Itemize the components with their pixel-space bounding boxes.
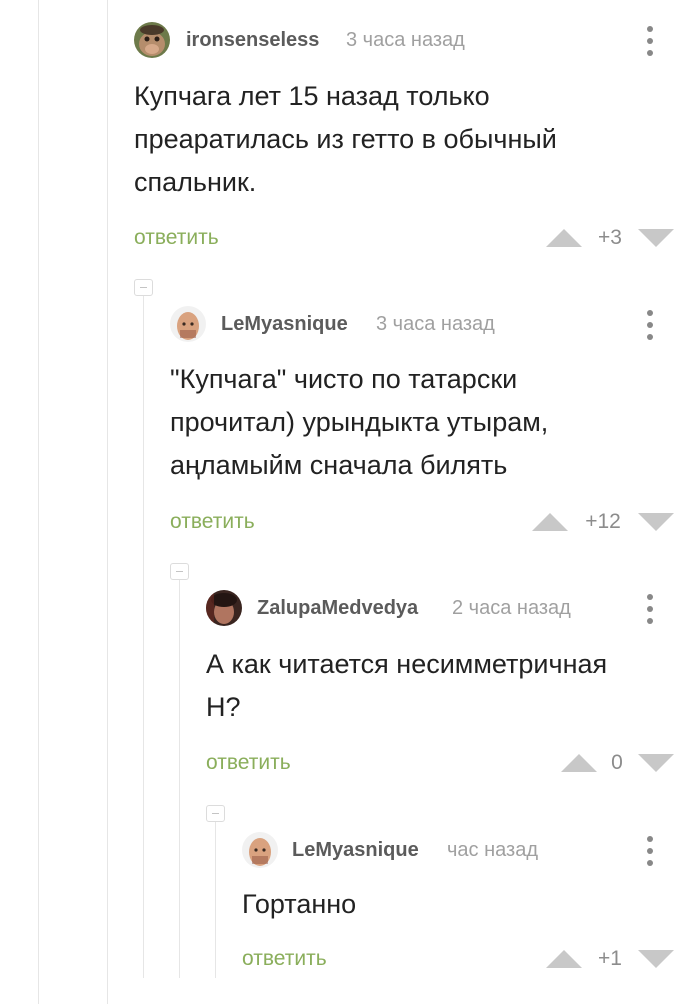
downvote-arrow-icon[interactable] xyxy=(638,229,674,247)
avatar[interactable] xyxy=(206,590,242,626)
thread-line xyxy=(38,0,39,1004)
comment-text-line: А как читается несимметричная xyxy=(206,649,608,679)
comment-timestamp: 2 часа назад xyxy=(452,597,571,619)
thread-line xyxy=(215,822,216,978)
comment-author[interactable]: LeMyasnique xyxy=(292,839,419,862)
reply-button[interactable]: ответить xyxy=(134,226,219,250)
comment-rating: +3 xyxy=(598,226,622,249)
comment-text-line: "Купчага" чисто по татарски xyxy=(170,364,518,394)
comment-text-line: Гортанно xyxy=(242,889,357,919)
avatar[interactable] xyxy=(242,832,278,868)
comment-text-line: Купчага лет 15 назад только xyxy=(134,81,490,111)
comment-text-line: преаратилась из гетто в обычный xyxy=(134,124,557,154)
reply-button[interactable]: ответить xyxy=(170,510,255,534)
comment-author[interactable]: ZalupaMedvedya xyxy=(257,597,418,620)
collapse-thread-icon[interactable] xyxy=(170,563,189,580)
comment-timestamp: 3 часа назад xyxy=(376,313,495,335)
downvote-arrow-icon[interactable] xyxy=(638,754,674,772)
comment-author[interactable]: ironsenseless xyxy=(186,29,319,52)
more-vertical-icon[interactable] xyxy=(645,594,655,624)
upvote-arrow-icon[interactable] xyxy=(532,513,568,531)
comment-timestamp: 3 часа назад xyxy=(346,29,465,51)
upvote-arrow-icon[interactable] xyxy=(546,950,582,968)
thread-line xyxy=(143,296,144,978)
thread-line xyxy=(179,580,180,978)
reply-button[interactable]: ответить xyxy=(206,751,291,775)
comment-text-line: Н? xyxy=(206,692,241,722)
avatar[interactable] xyxy=(134,22,170,58)
comment-author[interactable]: LeMyasnique xyxy=(221,313,348,336)
thread-line xyxy=(107,0,108,1004)
comment-text-line: аңламыйм сначала билять xyxy=(170,450,508,480)
collapse-thread-icon[interactable] xyxy=(134,279,153,296)
comment-timestamp: час назад xyxy=(447,839,539,861)
more-vertical-icon[interactable] xyxy=(645,836,655,866)
comment-rating: +1 xyxy=(598,947,622,970)
downvote-arrow-icon[interactable] xyxy=(638,950,674,968)
upvote-arrow-icon[interactable] xyxy=(561,754,597,772)
avatar[interactable] xyxy=(170,306,206,342)
comment-text-line: прочитал) урындыкта утырам, xyxy=(170,407,549,437)
more-vertical-icon[interactable] xyxy=(645,26,655,56)
comment-rating: 0 xyxy=(611,751,623,774)
collapse-thread-icon[interactable] xyxy=(206,805,225,822)
more-vertical-icon[interactable] xyxy=(645,310,655,340)
comment-rating: +12 xyxy=(585,510,621,533)
downvote-arrow-icon[interactable] xyxy=(638,513,674,531)
comment-text-line: спальник. xyxy=(134,167,257,197)
reply-button[interactable]: ответить xyxy=(242,947,327,971)
upvote-arrow-icon[interactable] xyxy=(546,229,582,247)
